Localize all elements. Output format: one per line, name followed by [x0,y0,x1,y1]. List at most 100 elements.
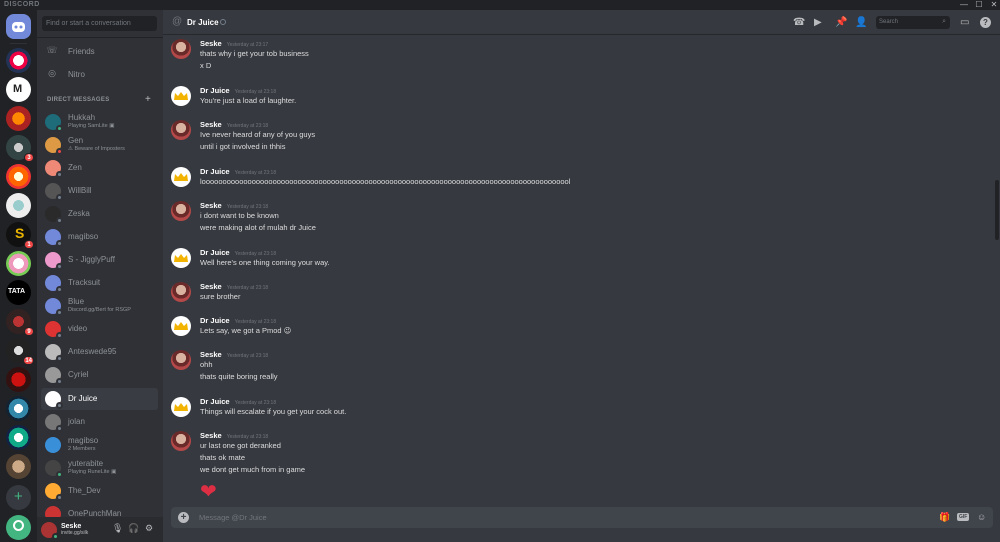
server-icon[interactable]: S1 [6,222,34,249]
status-icon [220,19,226,25]
voice-call-icon[interactable]: ☎ [793,17,805,28]
maximize-icon[interactable]: ☐ [973,0,985,10]
dm-name: Hukkah [68,113,96,123]
dm-name: magibso [68,231,99,241]
message-timestamp: Yesterday at 23:17 [226,42,269,48]
dm-item[interactable]: magibso [41,226,158,248]
dm-item[interactable]: yuterabite Playing RuneLite ▣ [41,457,158,479]
add-friend-icon[interactable]: 👤 [855,17,867,28]
message-timestamp: Yesterday at 23:18 [226,434,269,440]
avatar[interactable] [171,282,191,302]
message-author[interactable]: Seske [200,350,222,359]
microphone-icon[interactable]: 🎙 [112,523,123,534]
video-call-icon[interactable]: ▶ [814,17,822,28]
gift-icon[interactable]: 🎁 [939,512,950,523]
header-search-input[interactable]: Search ⌕ [876,16,950,29]
avatar[interactable] [171,86,191,106]
dm-name: magibso [68,436,99,446]
help-icon[interactable]: ? [980,17,991,28]
message-author[interactable]: Seske [200,120,222,129]
chat-header: @ Dr Juice ☎ ▶ 📌 👤 Search ⌕ ▭ ? [163,10,1000,35]
message-text: sure brother [200,292,241,301]
conversation-search[interactable]: Find or start a conversation [42,16,157,31]
gear-icon[interactable]: ⚙ [145,523,153,534]
dm-item[interactable]: Dr Juice [41,388,158,410]
gif-button[interactable]: GIF [957,513,970,521]
message-author[interactable]: Dr Juice [200,248,230,257]
message-author[interactable]: Seske [200,431,222,440]
avatar[interactable] [171,248,191,268]
dm-item[interactable]: Cyriel [41,364,158,386]
upload-plus-icon[interactable]: + [178,512,189,523]
chat-panel: @ Dr Juice ☎ ▶ 📌 👤 Search ⌕ ▭ ? Seske Yes… [163,10,1000,542]
server-icon[interactable]: TATA [6,280,31,305]
dm-item[interactable]: The_Dev [41,480,158,502]
dm-item[interactable]: Anteswede95 [41,341,158,363]
dm-item[interactable]: Zen [41,157,158,179]
server-icon[interactable] [6,251,31,276]
message-composer[interactable]: + Message @Dr Juice 🎁 GIF ☺ [171,507,993,528]
add-server-button[interactable]: + [6,485,31,510]
server-icon[interactable]: 9 [6,309,34,336]
message-author[interactable]: Dr Juice [200,167,230,176]
friends-link[interactable]: ☏ Friends [45,42,157,60]
dm-item[interactable]: Tracksuit [41,272,158,294]
dm-item[interactable]: video [41,318,158,340]
message-author[interactable]: Seske [200,201,222,210]
server-icon[interactable]: M [6,77,31,102]
dm-item[interactable]: Hukkah Playing SamLite ▣ [41,111,158,133]
pin-icon[interactable]: 📌 [835,17,847,28]
server-icon[interactable] [6,454,31,479]
server-icon[interactable]: 14 [6,338,34,365]
emoji-icon[interactable]: ☺ [977,512,986,522]
create-dm-button[interactable]: + [145,94,151,105]
avatar[interactable] [171,316,191,336]
message-header: Dr Juice Yesterday at 23:18 [200,316,276,325]
avatar[interactable] [171,350,191,370]
inbox-icon[interactable]: ▭ [960,17,969,28]
avatar [45,298,63,316]
dm-name: WillBill [68,185,92,195]
dm-item[interactable]: magibso 2 Members [41,434,158,456]
avatar[interactable] [171,397,191,417]
server-icon[interactable] [6,193,31,218]
message-author[interactable]: Dr Juice [200,316,230,325]
avatar[interactable] [171,39,191,59]
avatar [45,460,63,478]
dm-item[interactable]: Zeska [41,203,158,225]
message-author[interactable]: Dr Juice [200,86,230,95]
avatar[interactable] [171,167,191,187]
message-author[interactable]: Seske [200,39,222,48]
scrollbar[interactable] [995,180,999,240]
friends-icon: ☏ [46,45,58,55]
nitro-link[interactable]: ◎ Nitro [45,65,157,83]
server-icon[interactable] [6,106,31,131]
status-indicator [56,217,63,224]
server-icon[interactable] [6,425,31,450]
message-timestamp: Yesterday at 23:18 [234,251,277,257]
avatar[interactable] [171,431,191,451]
message-timestamp: Yesterday at 23:18 [226,353,269,359]
server-icon[interactable] [6,164,31,189]
minimize-icon[interactable]: — [958,0,970,10]
server-icon[interactable]: 3 [6,135,34,162]
avatar[interactable] [41,521,59,540]
home-button[interactable] [6,14,31,39]
dm-item[interactable]: Gen ⚠ Beware of Imposters [41,134,158,156]
message-text: Things will escalate if you get your coc… [200,407,347,416]
avatar[interactable] [171,120,191,140]
server-icon[interactable] [6,48,31,73]
server-icon[interactable] [6,367,31,392]
avatar[interactable] [171,201,191,221]
dm-item[interactable]: S - JigglyPuff [41,249,158,271]
explore-servers-button[interactable] [6,515,31,540]
message-author[interactable]: Dr Juice [200,397,230,406]
message-author[interactable]: Seske [200,282,222,291]
dm-item[interactable]: WillBill [41,180,158,202]
dm-item[interactable]: Blue Discord.gg/Bert for RSGP [41,295,158,317]
avatar [45,114,63,132]
server-icon[interactable] [6,396,31,421]
dm-item[interactable]: jolan [41,411,158,433]
headphones-icon[interactable]: 🎧 [128,523,139,534]
close-icon[interactable]: ✕ [988,0,1000,10]
